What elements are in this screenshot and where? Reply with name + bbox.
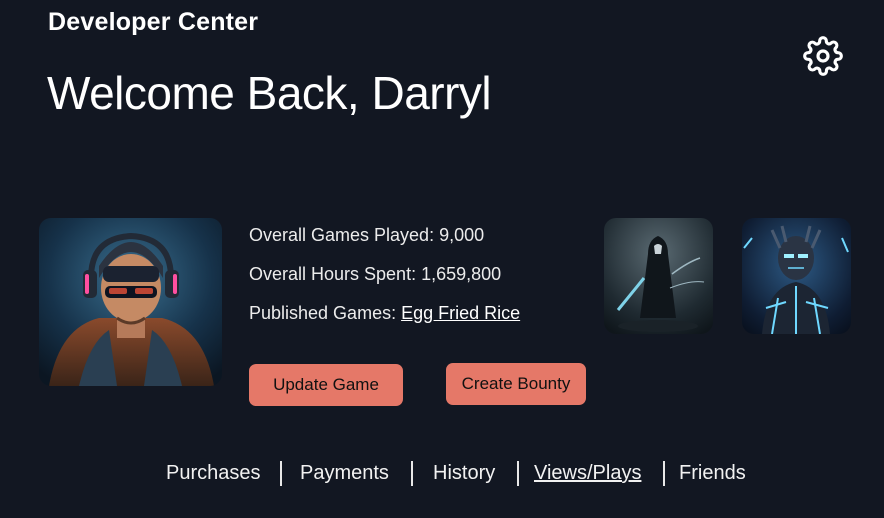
game-art-neon-knight[interactable] xyxy=(742,218,851,334)
game-art-hooded-warrior[interactable] xyxy=(604,218,713,334)
nav-views-plays[interactable]: Views/Plays xyxy=(534,462,641,485)
nav-divider xyxy=(280,461,282,486)
nav-friends[interactable]: Friends xyxy=(679,462,746,485)
create-bounty-button[interactable]: Create Bounty xyxy=(446,363,586,405)
hours-spent-stat: Overall Hours Spent: 1,659,800 xyxy=(249,264,502,284)
nav-purchases[interactable]: Purchases xyxy=(166,462,261,485)
published-games-label: Published Games: xyxy=(249,303,402,323)
games-played-stat: Overall Games Played: 9,000 xyxy=(249,225,485,245)
nav-divider xyxy=(517,461,519,486)
nav-divider xyxy=(663,461,665,486)
welcome-heading: Welcome Back, Darryl xyxy=(47,67,492,119)
gear-icon[interactable] xyxy=(803,36,843,76)
published-games-stat: Published Games: Egg Fried Rice xyxy=(249,303,520,324)
nav-payments[interactable]: Payments xyxy=(300,462,389,485)
update-game-button[interactable]: Update Game xyxy=(249,364,403,406)
published-game-link[interactable]: Egg Fried Rice xyxy=(401,303,520,323)
nav-history[interactable]: History xyxy=(433,462,495,485)
app-title: Developer Center xyxy=(48,8,259,36)
nav-divider xyxy=(411,461,413,486)
avatar xyxy=(39,218,222,386)
